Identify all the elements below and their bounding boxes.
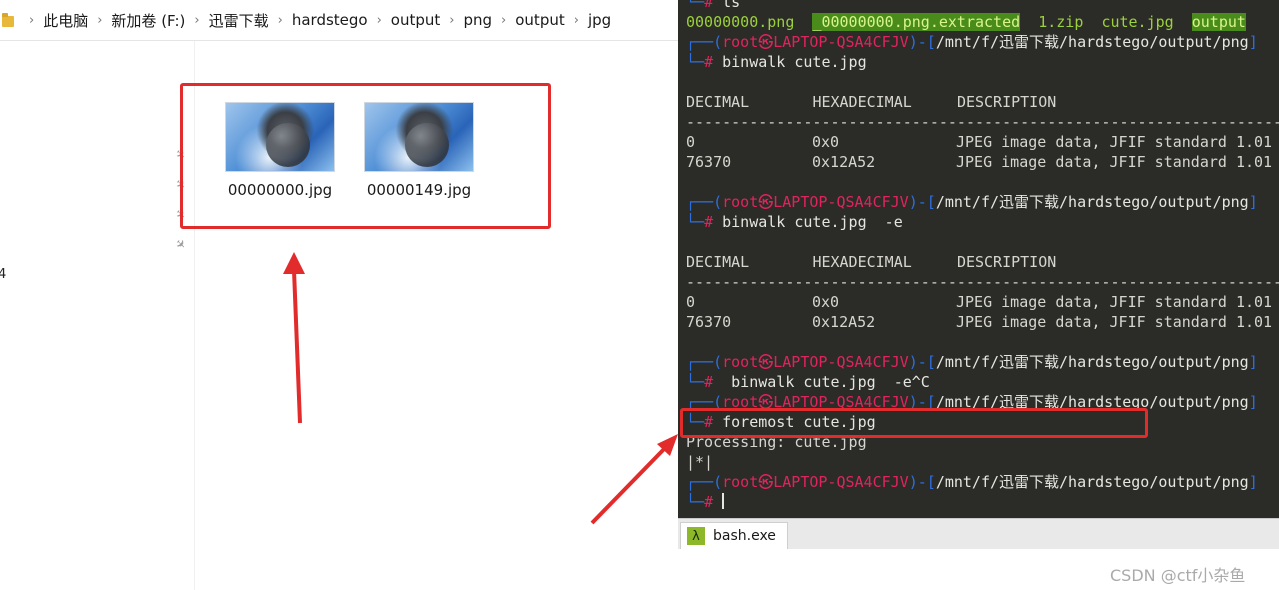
command-line: └─# binwalk cute.jpg -e [686, 213, 903, 231]
text-cursor [722, 493, 725, 509]
chevron-right-icon: › [97, 12, 103, 28]
table-separator: ----------------------------------------… [686, 273, 1279, 291]
annotation-box-foremost [680, 408, 1148, 438]
breadcrumb-item[interactable]: jpg [588, 11, 611, 29]
breadcrumb-item[interactable]: png [463, 11, 492, 29]
terminal-tabbar: λ bash.exe [678, 518, 1279, 549]
table-row: 76370 0x12A52 JPEG image data, JFIF standa… [686, 313, 1273, 331]
chevron-right-icon: › [376, 12, 382, 28]
command-line: └─# binwalk cute.jpg -e^C [686, 373, 930, 391]
file-explorer: › 此电脑 › 新加卷 (F:) › 迅雷下载 › hardstego › ou… [0, 0, 678, 590]
lambda-icon: λ [687, 527, 705, 545]
nav-item-label[interactable]: 4 [0, 267, 6, 282]
breadcrumb-item[interactable]: 此电脑 [43, 10, 88, 31]
tab-bash[interactable]: λ bash.exe [680, 522, 788, 549]
tab-label: bash.exe [713, 528, 776, 544]
breadcrumb-item[interactable]: output [391, 11, 440, 29]
prompt-header: ┌──(root㉿LAPTOP-QSA4CFJV)-[/mnt/f/迅雷下载/h… [686, 33, 1258, 51]
folder-icon [2, 13, 14, 27]
breadcrumb-item[interactable]: 迅雷下载 [209, 10, 269, 31]
prompt-header: ┌──(root㉿LAPTOP-QSA4CFJV)-[/mnt/f/迅雷下载/h… [686, 193, 1258, 211]
prompt-header: ┌──(root㉿LAPTOP-QSA4CFJV)-[/mnt/f/迅雷下载/h… [686, 353, 1258, 371]
chevron-right-icon: › [277, 12, 283, 28]
chevron-right-icon: › [501, 12, 507, 28]
navigation-pane[interactable]: 4 ✈ ✈ ✈ ✈ [0, 41, 195, 590]
table-header: DECIMAL HEXADECIMAL DESCRIPTION [686, 93, 1057, 111]
chevron-right-icon: › [194, 12, 200, 28]
command-input-line[interactable]: └─# [686, 492, 725, 512]
chevron-right-icon: › [449, 12, 455, 28]
table-separator: ----------------------------------------… [686, 113, 1279, 131]
terminal-line: └─# ls [686, 0, 741, 11]
quick-access-pins: ✈ ✈ ✈ ✈ [170, 145, 189, 265]
terminal-window[interactable]: └─# ls 00000000.png _00000000.png.extrac… [678, 0, 1279, 518]
progress-output: |*| [686, 453, 714, 471]
breadcrumb-item[interactable]: hardstego [292, 11, 368, 29]
chevron-right-icon: › [29, 12, 35, 28]
prompt-header: ┌──(root㉿LAPTOP-QSA4CFJV)-[/mnt/f/迅雷下载/h… [686, 473, 1258, 491]
pin-icon[interactable]: ✈ [161, 236, 189, 264]
breadcrumb[interactable]: › 此电脑 › 新加卷 (F:) › 迅雷下载 › hardstego › ou… [0, 0, 678, 41]
table-row: 0 0x0 JPEG image data, JFIF standard 1.01 [686, 293, 1273, 311]
breadcrumb-item[interactable]: output [515, 11, 564, 29]
breadcrumb-item[interactable]: 新加卷 (F:) [111, 10, 185, 31]
watermark: CSDN @ctf小杂鱼 [1110, 566, 1246, 585]
ls-output: 00000000.png _00000000.png.extracted 1.z… [686, 13, 1246, 31]
chevron-right-icon: › [573, 12, 579, 28]
table-row: 0 0x0 JPEG image data, JFIF standard 1.01 [686, 133, 1273, 151]
command-line: └─# binwalk cute.jpg [686, 53, 867, 71]
table-row: 76370 0x12A52 JPEG image data, JFIF standa… [686, 153, 1273, 171]
table-header: DECIMAL HEXADECIMAL DESCRIPTION [686, 253, 1057, 271]
annotation-box-files [180, 83, 551, 229]
